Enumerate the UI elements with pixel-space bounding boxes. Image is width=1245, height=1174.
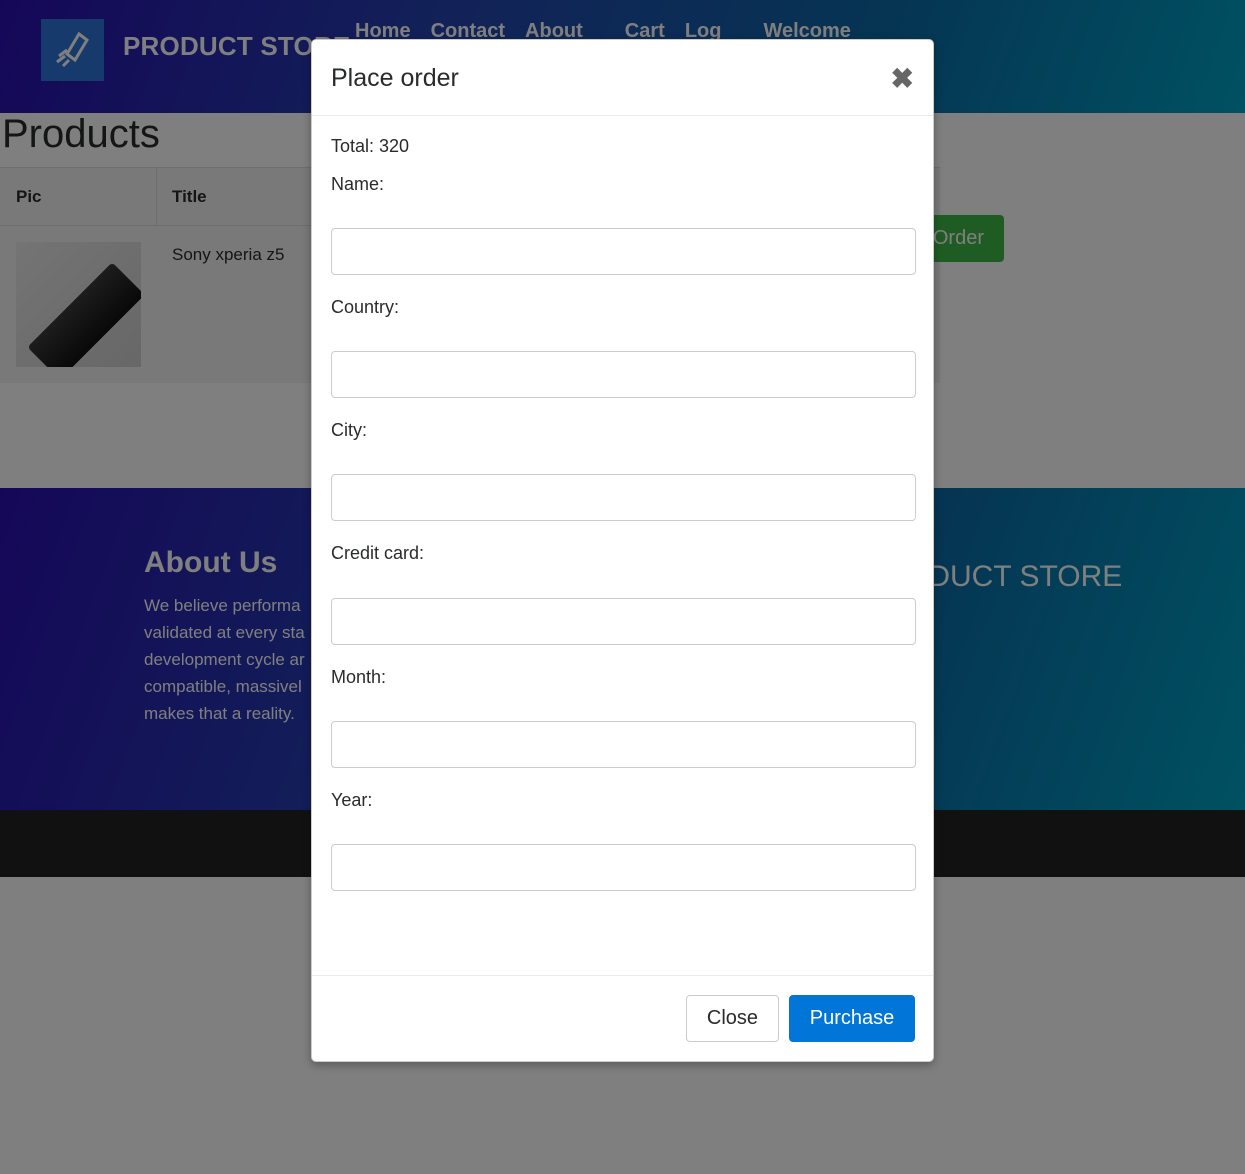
order-total: Total: 320 — [331, 136, 410, 156]
modal-footer: Close Purchase — [312, 975, 933, 1061]
year-input[interactable] — [331, 844, 916, 891]
close-x-icon[interactable]: ✖ — [891, 63, 914, 93]
credit-card-label: Credit card: — [331, 543, 425, 563]
modal-title: Place order — [331, 64, 459, 92]
city-input[interactable] — [331, 474, 916, 521]
modal-header: Place order ✖ — [312, 40, 933, 116]
year-label: Year: — [331, 790, 373, 810]
name-label: Name: — [331, 174, 385, 194]
credit-card-input[interactable] — [331, 598, 916, 645]
country-input[interactable] — [331, 351, 916, 398]
city-label: City: — [331, 420, 367, 440]
month-label: Month: — [331, 667, 387, 687]
month-input[interactable] — [331, 721, 916, 768]
modal-body: Total: 320 Name: Country: City: Credit c… — [312, 116, 933, 977]
country-label: Country: — [331, 297, 400, 317]
close-button[interactable]: Close — [686, 995, 779, 1042]
place-order-modal: Place order ✖ Total: 320 Name: Country: … — [311, 39, 934, 1062]
purchase-button[interactable]: Purchase — [789, 995, 915, 1042]
name-input[interactable] — [331, 228, 916, 275]
